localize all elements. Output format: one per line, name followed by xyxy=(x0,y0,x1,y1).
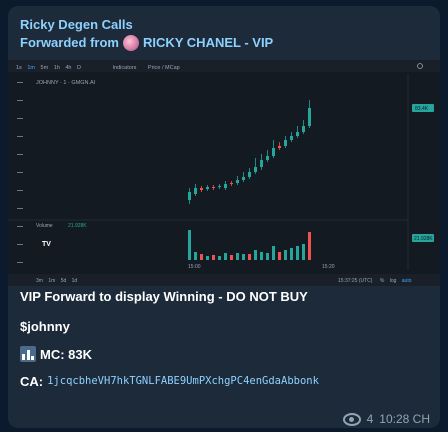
volume-bar xyxy=(218,256,221,260)
volume-bar xyxy=(296,246,299,260)
utc-clock: 15:37:25 (UTC) xyxy=(338,278,373,284)
candle xyxy=(290,136,293,140)
candle xyxy=(260,160,263,167)
volume-bar xyxy=(284,250,287,260)
toolbar-price-mcap: Price / MCap xyxy=(148,65,180,71)
toolbar-interval-1s: 1s xyxy=(16,65,22,71)
volume-bar xyxy=(248,254,251,260)
ca-label: CA: xyxy=(20,374,44,389)
percent-toggle: % xyxy=(380,278,385,284)
volume-bar xyxy=(308,232,311,260)
candle xyxy=(308,108,311,126)
toolbar-indicators: Indicators xyxy=(113,65,137,71)
contract-address-row: CA: 1jcqcbheVH7hkTGNLFABE9UmPXchgPC4enGd… xyxy=(20,374,430,389)
toolbar-interval-d: D xyxy=(77,65,81,71)
candle xyxy=(296,132,299,136)
headline: VIP Forward to display Winning - DO NOT … xyxy=(20,289,308,304)
svg-text:21.928K: 21.928K xyxy=(414,236,433,242)
candle xyxy=(224,184,227,188)
market-cap: MC: 83K xyxy=(40,346,93,362)
sender-name[interactable]: Ricky Degen Calls xyxy=(20,16,273,34)
message-footer: 4 10:28 CH xyxy=(342,412,430,426)
time-label-1500: 15:00 xyxy=(188,264,201,270)
volume-bar xyxy=(302,244,305,260)
volume-bars xyxy=(188,230,311,260)
contract-address[interactable]: 1jcqcbheVH7hkTGNLFABE9UmPXchgPC4enGdaAbb… xyxy=(47,374,319,389)
bar-chart-icon xyxy=(20,346,36,362)
candle xyxy=(278,146,281,148)
volume-bar xyxy=(236,253,239,260)
volume-bar xyxy=(266,253,269,260)
ticker: $johnny xyxy=(20,319,70,334)
candle xyxy=(254,167,257,172)
tv-logo: TV xyxy=(42,241,51,248)
view-count: 4 xyxy=(366,412,374,426)
volume-bar xyxy=(260,252,263,260)
log-toggle: log xyxy=(390,278,397,284)
candle xyxy=(266,156,269,160)
volume-bar xyxy=(194,252,197,260)
auto-toggle: auto xyxy=(402,278,412,284)
range-1m: 1m xyxy=(48,278,55,284)
message-header: Ricky Degen Calls Forwarded from RICKY C… xyxy=(20,16,273,52)
volume-label: Volume xyxy=(36,223,53,229)
candle xyxy=(194,188,197,194)
toolbar-interval-1m: 1m xyxy=(27,65,35,71)
toolbar-interval-5m: 5m xyxy=(41,65,49,71)
candle xyxy=(212,187,215,188)
symbol-title: JOHNNY · 1 · GMGN.AI xyxy=(36,80,96,86)
views-icon xyxy=(342,412,361,426)
volume-bar xyxy=(224,253,227,260)
forwarded-prefix: Forwarded from xyxy=(20,35,119,50)
range-5d: 5d xyxy=(61,278,67,284)
drawing-tools xyxy=(17,82,23,263)
volume-bar xyxy=(290,248,293,260)
volume-bar xyxy=(188,230,191,260)
range-1d: 1d xyxy=(72,278,78,284)
candle xyxy=(302,126,305,132)
mc-row: MC: 83K xyxy=(20,346,430,362)
volume-bar xyxy=(254,250,257,260)
candle xyxy=(218,186,221,187)
candle xyxy=(188,192,191,200)
svg-text:83.4K: 83.4K xyxy=(415,106,429,112)
channel-avatar-icon xyxy=(122,35,139,51)
volume-value: 21.928K xyxy=(68,223,87,229)
candles xyxy=(188,100,311,204)
volume-bar xyxy=(242,254,245,260)
toolbar-interval-4h: 4h xyxy=(65,65,71,71)
range-3m: 3m xyxy=(36,278,43,284)
candle xyxy=(236,180,239,183)
candle xyxy=(248,172,251,177)
forwarded-source[interactable]: RICKY CHANEL - VIP xyxy=(143,34,273,52)
volume-bar xyxy=(200,254,203,260)
volume-bar xyxy=(272,246,275,260)
candle xyxy=(200,188,203,190)
candle xyxy=(272,148,275,156)
volume-bar xyxy=(212,255,215,260)
message-body: VIP Forward to display Winning - DO NOT … xyxy=(20,288,430,389)
chart-svg: 1s 1m 5m 1h 4h D Indicators Price / MCap xyxy=(8,60,440,286)
candle xyxy=(242,177,245,180)
volume-bar xyxy=(230,255,233,260)
candle xyxy=(206,187,209,189)
time-label-1520: 15:20 xyxy=(322,264,335,270)
volume-bar xyxy=(278,252,281,260)
message-bubble: Ricky Degen Calls Forwarded from RICKY C… xyxy=(8,6,440,428)
volume-bar xyxy=(206,256,209,260)
chart-image[interactable]: 1s 1m 5m 1h 4h D Indicators Price / MCap xyxy=(8,60,440,286)
toolbar-interval-1h: 1h xyxy=(54,65,60,71)
candle xyxy=(230,183,233,184)
message-time: 10:28 CH xyxy=(379,412,430,426)
candle xyxy=(284,140,287,146)
forwarded-from[interactable]: Forwarded from RICKY CHANEL - VIP xyxy=(20,34,273,52)
